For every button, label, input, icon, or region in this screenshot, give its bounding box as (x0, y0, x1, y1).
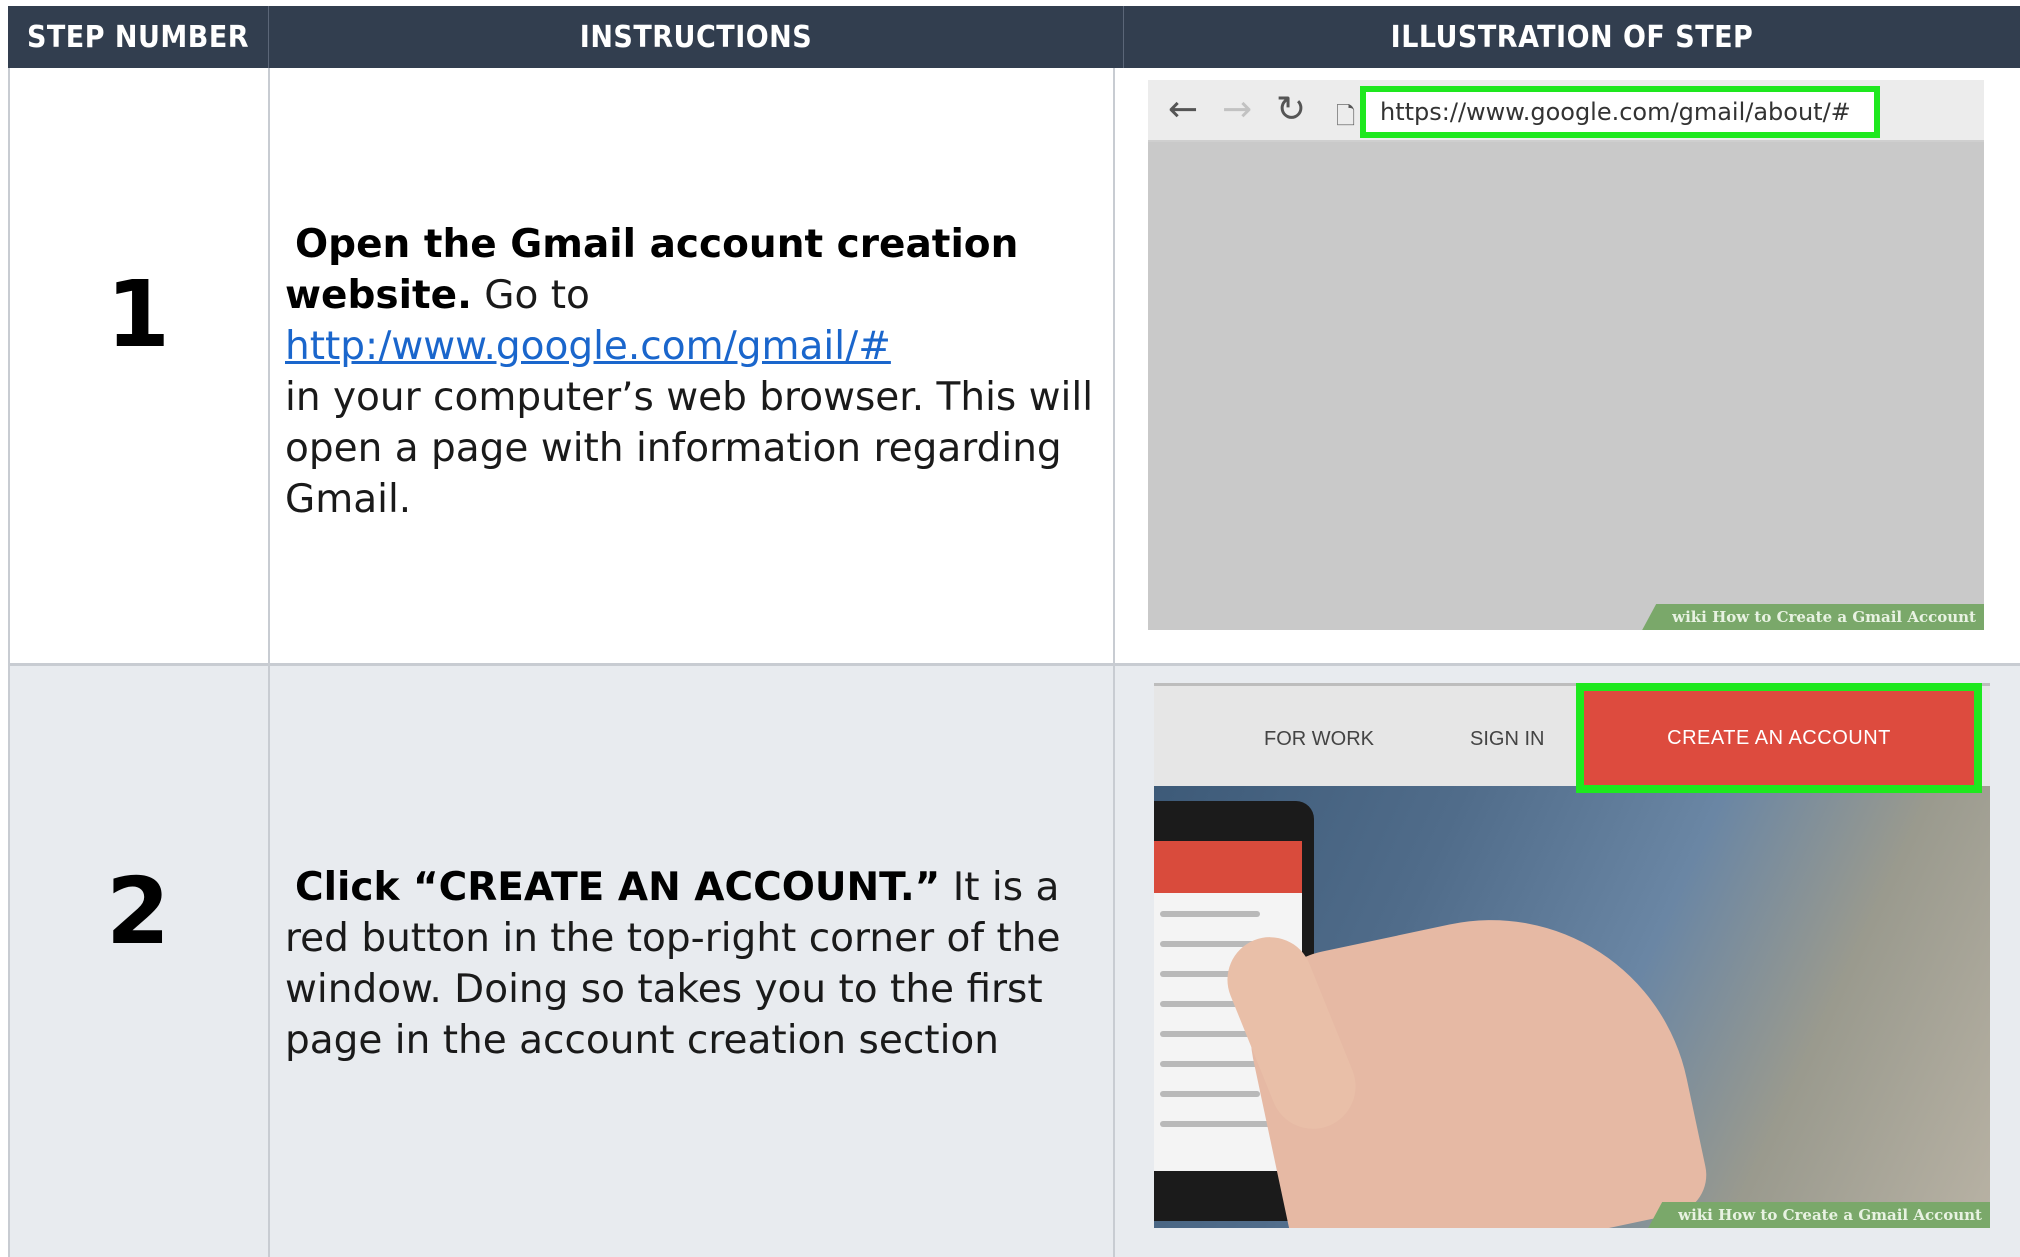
address-bar-highlight[interactable]: https://www.google.com/gmail/about/# (1360, 86, 1880, 138)
sign-in-link[interactable]: SIGN IN (1470, 728, 1544, 751)
table-left-border (8, 68, 10, 1257)
header-instructions: INSTRUCTIONS (579, 19, 813, 55)
step-number-2: 2 (105, 858, 170, 965)
step-number-1: 1 (105, 261, 170, 368)
create-account-button[interactable]: CREATE AN ACCOUNT (1576, 683, 1982, 793)
browser-toolbar: ← → ↻ 🗋 https://www.google.com/gmail/abo… (1148, 80, 1984, 142)
step-1-text-after-link: in your computer’s web browser. This wil… (285, 375, 1094, 522)
address-bar-url: https://www.google.com/gmail/about/# (1380, 98, 1851, 126)
step-1-text-before-link: Go to (471, 273, 590, 318)
reload-icon[interactable]: ↻ (1276, 88, 1306, 132)
illustration-step-2: FOR WORK SIGN IN CREATE AN ACCOUNT wiki … (1154, 683, 1990, 1228)
back-arrow-icon[interactable]: ← (1168, 88, 1198, 132)
column-divider (1113, 68, 1115, 1257)
step-2-instructions: Click “CREATE AN ACCOUNT.” It is a red b… (285, 862, 1095, 1066)
wikihow-watermark: wiki How to Create a Gmail Account (1648, 1202, 1990, 1228)
header-step-number: STEP NUMBER (26, 19, 250, 55)
step-1-instructions: Open the Gmail account creation website.… (285, 219, 1095, 525)
wikihow-watermark: wiki How to Create a Gmail Account (1642, 604, 1984, 630)
step-2-title: Click “CREATE AN ACCOUNT.” (295, 865, 941, 910)
header-illustration: ILLUSTRATION OF STEP (1390, 19, 1754, 55)
page-icon: 🗋 (1336, 102, 1356, 130)
column-divider (268, 68, 270, 1257)
hand-phone-photo (1154, 783, 1990, 1228)
forward-arrow-icon[interactable]: → (1222, 88, 1252, 132)
step-1-title: Open the Gmail account creation website. (285, 222, 1019, 318)
watermark-wiki: wiki (1672, 608, 1707, 626)
gmail-link[interactable]: http:/www.google.com/gmail/# (285, 324, 891, 369)
watermark-text: How to Create a Gmail Account (1712, 608, 1976, 626)
illustration-step-1: ← → ↻ 🗋 https://www.google.com/gmail/abo… (1148, 80, 1984, 630)
for-work-link[interactable]: FOR WORK (1264, 728, 1374, 751)
row-divider (8, 663, 2020, 666)
watermark-wiki: wiki (1678, 1206, 1713, 1224)
watermark-text: How to Create a Gmail Account (1718, 1206, 1982, 1224)
table-header: STEP NUMBER INSTRUCTIONS ILLUSTRATION OF… (8, 6, 2020, 68)
